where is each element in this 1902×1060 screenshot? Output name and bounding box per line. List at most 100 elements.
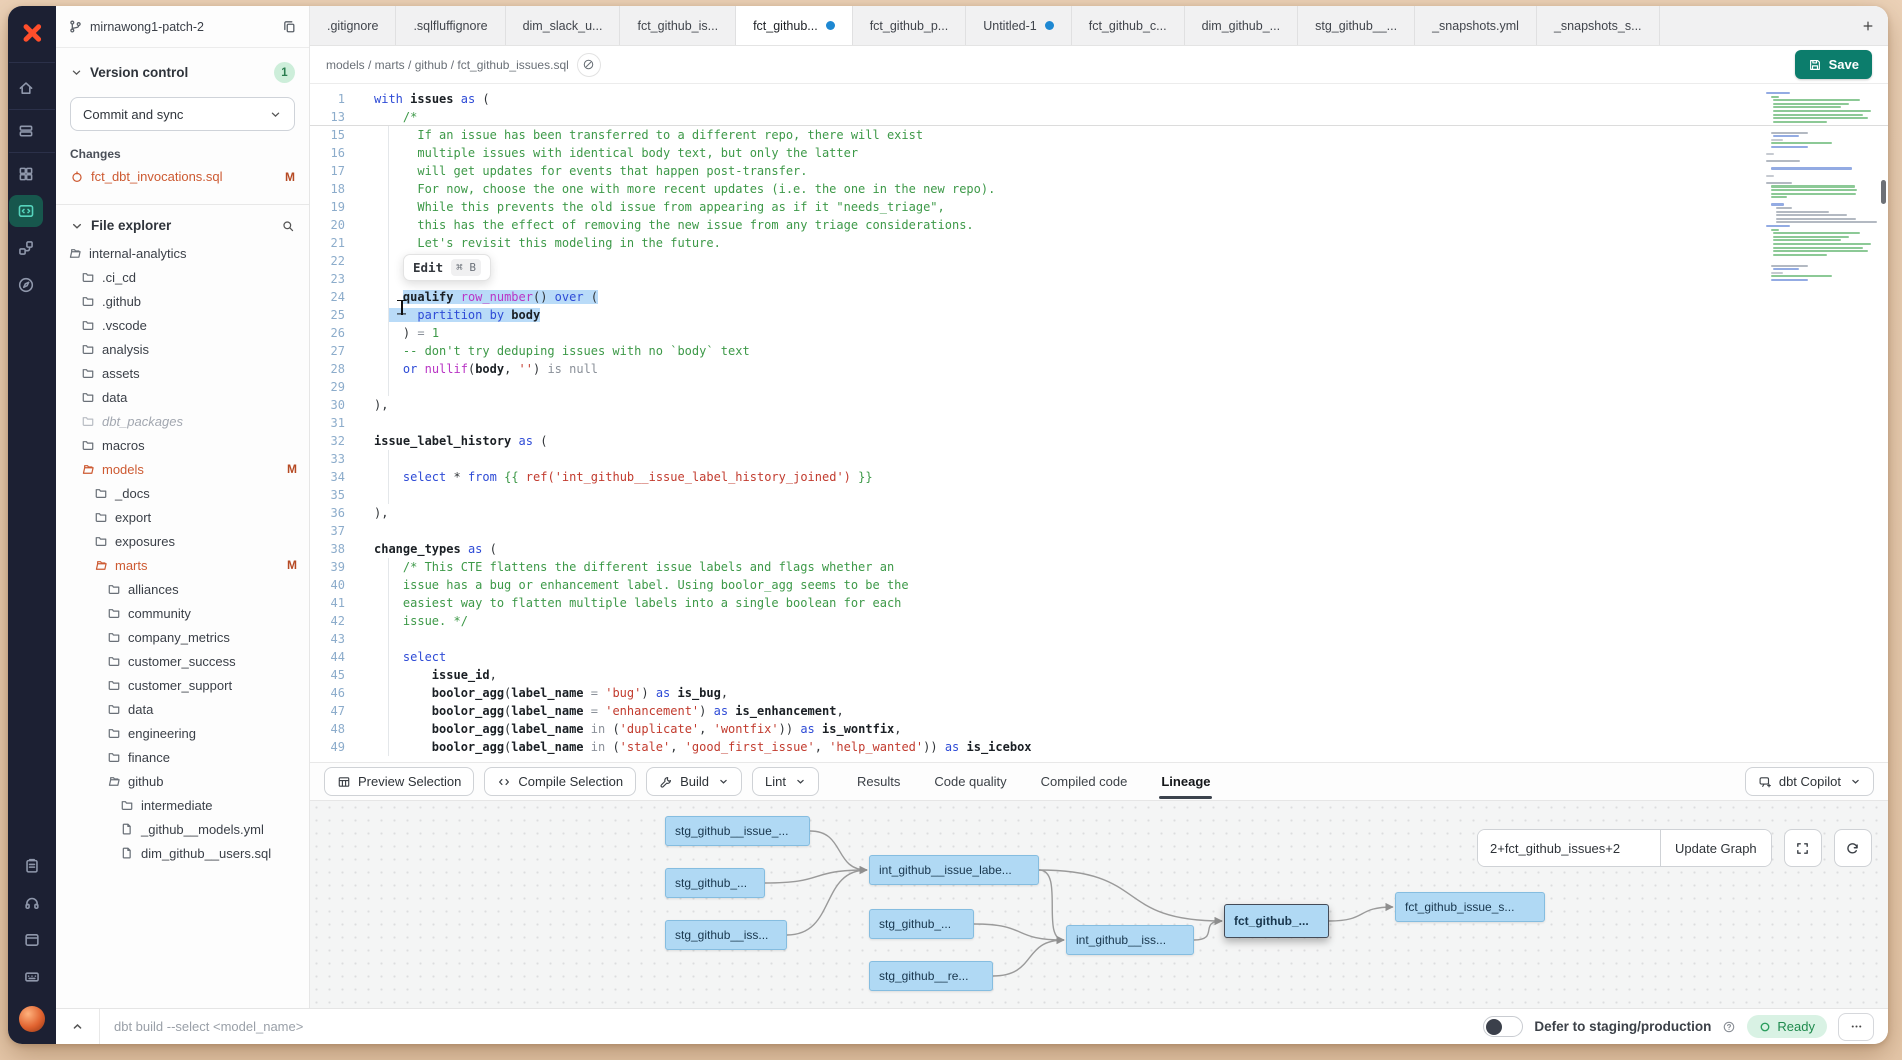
edit-popup-label[interactable]: Edit xyxy=(413,260,443,275)
editor-line-28[interactable]: 28 or nullif(body, '') is null xyxy=(310,360,1888,378)
editor-line-33[interactable]: 33 xyxy=(310,450,1888,468)
tab-lineage[interactable]: Lineage xyxy=(1161,774,1210,789)
file-tab-_snapshots_s...[interactable]: _snapshots_s... xyxy=(1537,6,1660,45)
dbt-command-input[interactable] xyxy=(100,1019,1483,1034)
editor-line-40[interactable]: 40 issue has a bug or enhancement label.… xyxy=(310,576,1888,594)
user-avatar[interactable] xyxy=(19,1006,45,1032)
defer-toggle[interactable] xyxy=(1483,1016,1523,1037)
editor-line-29[interactable]: 29 xyxy=(310,378,1888,396)
lineage-node-stg_github__re...[interactable]: stg_github__re... xyxy=(869,961,993,991)
editor-line-23[interactable]: 23 xyxy=(310,270,1888,288)
editor-line-31[interactable]: 31 xyxy=(310,414,1888,432)
save-button[interactable]: Save xyxy=(1795,50,1872,79)
editor-line-43[interactable]: 43 xyxy=(310,630,1888,648)
editor-line-42[interactable]: 42 issue. */ xyxy=(310,612,1888,630)
tree-folder-finance[interactable]: finance xyxy=(56,745,309,769)
editor-line-20[interactable]: 20 this has the effect of removing the n… xyxy=(310,216,1888,234)
tree-folder-engineering[interactable]: engineering xyxy=(56,721,309,745)
tree-folder-intermediate[interactable]: intermediate xyxy=(56,793,309,817)
editor-line-18[interactable]: 18 For now, choose the one with more rec… xyxy=(310,180,1888,198)
tree-folder-macros[interactable]: macros xyxy=(56,433,309,457)
editor-line-22[interactable]: 22 xyxy=(310,252,1888,270)
editor-line-16[interactable]: 16 multiple issues with identical body t… xyxy=(310,144,1888,162)
editor-line-24[interactable]: 24 qualify row_number() over ( xyxy=(310,288,1888,306)
tree-folder-marts[interactable]: martsM xyxy=(56,553,309,577)
tree-folder-community[interactable]: community xyxy=(56,601,309,625)
tree-folder-.github[interactable]: .github xyxy=(56,289,309,313)
editor-line-44[interactable]: 44 select xyxy=(310,648,1888,666)
rail-item-window[interactable] xyxy=(15,924,49,956)
editor-line-15[interactable]: 15 If an issue has been transferred to a… xyxy=(310,126,1888,144)
copy-path-icon[interactable] xyxy=(577,53,601,77)
refresh-button[interactable] xyxy=(1834,829,1872,867)
lineage-node-stg_github_...[interactable]: stg_github_... xyxy=(869,909,974,939)
dbt-copilot-button[interactable]: dbt Copilot xyxy=(1745,767,1874,796)
version-control-header[interactable]: Version control 1 xyxy=(56,48,309,89)
tree-folder-analysis[interactable]: analysis xyxy=(56,337,309,361)
edit-popup[interactable]: Edit ⌘ B xyxy=(403,254,491,281)
editor-line-1[interactable]: 1with issues as ( xyxy=(310,90,1888,108)
editor-line-38[interactable]: 38change_types as ( xyxy=(310,540,1888,558)
file-tab-fct_github_is...[interactable]: fct_github_is... xyxy=(620,6,736,45)
tab-compiled-code[interactable]: Compiled code xyxy=(1041,774,1128,789)
editor-line-45[interactable]: 45 issue_id, xyxy=(310,666,1888,684)
editor-line-32[interactable]: 32issue_label_history as ( xyxy=(310,432,1888,450)
tree-folder-github[interactable]: github xyxy=(56,769,309,793)
lineage-node-stg_github_...[interactable]: stg_github_... xyxy=(665,868,765,898)
editor-line-26[interactable]: 26 ) = 1 xyxy=(310,324,1888,342)
file-tab-fct_github_c...[interactable]: fct_github_c... xyxy=(1072,6,1185,45)
preview-selection-button[interactable]: Preview Selection xyxy=(324,767,474,796)
editor-line-49[interactable]: 49 boolor_agg(label_name in ('stale', 'g… xyxy=(310,738,1888,756)
lint-button[interactable]: Lint xyxy=(752,767,819,796)
tree-folder-.ci_cd[interactable]: .ci_cd xyxy=(56,265,309,289)
editor-minimap[interactable] xyxy=(1766,92,1878,290)
editor-line-27[interactable]: 27 -- don't try deduping issues with no … xyxy=(310,342,1888,360)
editor-line-47[interactable]: 47 boolor_agg(label_name = 'enhancement'… xyxy=(310,702,1888,720)
dbt-logo-icon[interactable] xyxy=(17,18,47,48)
tree-folder-customer_support[interactable]: customer_support xyxy=(56,673,309,697)
tree-folder-dbt_packages[interactable]: dbt_packages xyxy=(56,409,309,433)
file-tab-.gitignore[interactable]: .gitignore xyxy=(310,6,396,45)
tree-folder-alliances[interactable]: alliances xyxy=(56,577,309,601)
rail-item-home[interactable] xyxy=(9,72,43,104)
tree-folder-customer_success[interactable]: customer_success xyxy=(56,649,309,673)
rail-item-keyboard[interactable] xyxy=(15,961,49,993)
file-tab-.sqlfluffignore[interactable]: .sqlfluffignore xyxy=(396,6,505,45)
lineage-node-fct_github_...[interactable]: fct_github_... xyxy=(1224,904,1329,938)
tree-folder-assets[interactable]: assets xyxy=(56,361,309,385)
file-tab-dim_slack_u...[interactable]: dim_slack_u... xyxy=(506,6,621,45)
rail-item-grid[interactable] xyxy=(9,158,43,190)
editor-line-36[interactable]: 36), xyxy=(310,504,1888,522)
lineage-node-int_github__iss...[interactable]: int_github__iss... xyxy=(1066,925,1194,955)
update-graph-button[interactable]: Update Graph xyxy=(1660,830,1771,866)
rail-item-code[interactable] xyxy=(9,195,43,227)
commit-and-sync-button[interactable]: Commit and sync xyxy=(70,97,295,131)
editor-line-35[interactable]: 35 xyxy=(310,486,1888,504)
tree-folder-models[interactable]: modelsM xyxy=(56,457,309,481)
file-explorer-header[interactable]: File explorer xyxy=(56,205,309,241)
rail-item-branch[interactable] xyxy=(9,232,43,264)
rail-item-headset[interactable] xyxy=(15,887,49,919)
more-options-button[interactable] xyxy=(1838,1013,1874,1041)
lineage-node-int_github__issue_labe...[interactable]: int_github__issue_labe... xyxy=(869,855,1039,885)
file-tab-fct_github...[interactable]: fct_github... xyxy=(736,6,853,45)
tree-folder-internal-analytics[interactable]: internal-analytics xyxy=(56,241,309,265)
rail-item-layers[interactable] xyxy=(9,115,43,147)
file-tab-dim_github_...[interactable]: dim_github_... xyxy=(1185,6,1299,45)
tree-folder-company_metrics[interactable]: company_metrics xyxy=(56,625,309,649)
tree-folder-exposures[interactable]: exposures xyxy=(56,529,309,553)
collapse-command-bar-button[interactable] xyxy=(56,1009,100,1044)
editor-line-17[interactable]: 17 will get updates for events that happ… xyxy=(310,162,1888,180)
editor-line-41[interactable]: 41 easiest way to flatten multiple label… xyxy=(310,594,1888,612)
build-button[interactable]: Build xyxy=(646,767,742,796)
tree-folder-data[interactable]: data xyxy=(56,697,309,721)
search-icon[interactable] xyxy=(281,219,295,233)
tab-code-quality[interactable]: Code quality xyxy=(934,774,1006,789)
editor-line-46[interactable]: 46 boolor_agg(label_name = 'bug') as is_… xyxy=(310,684,1888,702)
editor-line-37[interactable]: 37 xyxy=(310,522,1888,540)
help-icon[interactable] xyxy=(1722,1020,1736,1034)
fullscreen-button[interactable] xyxy=(1784,829,1822,867)
tree-folder-.vscode[interactable]: .vscode xyxy=(56,313,309,337)
editor-scrollbar[interactable] xyxy=(1881,180,1886,204)
editor-line-34[interactable]: 34 select * from {{ ref('int_github__iss… xyxy=(310,468,1888,486)
